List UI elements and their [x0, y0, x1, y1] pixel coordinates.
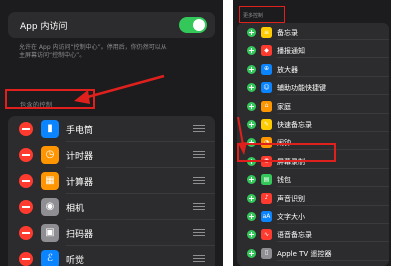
add-control-button[interactable]	[247, 28, 256, 37]
included-control-row: ▣ 扫码器	[8, 220, 215, 246]
row-separator	[277, 75, 389, 77]
included-control-row: ▮ 手电筒	[8, 116, 215, 142]
more-control-label: 快速备忘录	[277, 121, 312, 129]
reorder-handle-icon[interactable]	[193, 255, 205, 263]
remove-control-button[interactable]	[19, 122, 33, 136]
voice-memos-icon: ∿	[261, 229, 272, 241]
remove-control-button[interactable]	[19, 148, 33, 162]
wallet-icon: ▤	[261, 174, 272, 186]
reorder-handle-icon[interactable]	[193, 229, 205, 237]
calculator-icon: ▦	[41, 172, 59, 190]
text-size-icon: aA	[261, 211, 272, 222]
row-separator	[277, 167, 389, 169]
included-control-label: 相机	[66, 204, 85, 214]
row-separator	[277, 112, 389, 114]
timer-icon: ◷	[41, 146, 59, 164]
row-separator	[277, 39, 389, 40]
more-control-label: 播报通知	[277, 47, 305, 56]
more-control-row: ▯ Apple TV 遥控器	[237, 246, 389, 261]
add-control-button[interactable]	[247, 83, 256, 93]
add-control-button[interactable]	[247, 101, 256, 111]
home-icon: ⌂	[261, 100, 272, 112]
more-control-label: 声音识别	[277, 194, 305, 203]
more-control-label: 备忘录	[277, 29, 298, 37]
add-control-button[interactable]	[247, 193, 256, 203]
add-control-button[interactable]	[247, 46, 256, 56]
announce-notifications-icon: ◆	[261, 45, 272, 57]
add-control-button[interactable]	[247, 248, 256, 258]
add-control-button[interactable]	[247, 175, 256, 185]
magnifier-icon: ⊕	[261, 63, 272, 75]
more-controls-panel: 更多控制 ≡ 备忘录 ◆ 播报通知 ⊕ 放大器 ☺ 辅助功能快捷键 ⌂ 家庭 ✎ 快速备忘录 ◔ 闹钟 ◉ 屏…	[233, 0, 391, 266]
camera-icon: ◉	[41, 198, 59, 216]
annotation-box-more	[239, 6, 285, 23]
more-control-row: ▤ 钱包	[237, 172, 389, 188]
reorder-handle-icon[interactable]	[193, 125, 205, 133]
row-separator	[277, 131, 389, 132]
quick-note-icon: ✎	[261, 119, 272, 130]
row-separator	[277, 223, 389, 224]
accessibility-shortcut-icon: ☺	[261, 82, 272, 94]
row-separator	[277, 94, 389, 96]
included-controls-list: ▮ 手电筒 ◷ 计时器 ▦ 计算器 ◉ 相机 ▣ 扫码器 ℰ 听觉	[8, 116, 215, 266]
annotation-box-screen-recording	[237, 143, 336, 162]
app-access-description-line-1: 允许在 App 内访问“控制中心”。停用后，你仍然可以从	[19, 44, 167, 51]
row-separator	[277, 57, 389, 59]
reorder-handle-icon[interactable]	[193, 177, 205, 185]
toggle-knob	[193, 19, 205, 31]
more-control-label: Apple TV 遥控器	[277, 249, 332, 258]
row-separator	[277, 241, 389, 243]
included-control-label: 扫码器	[66, 230, 94, 240]
included-control-label: 听觉	[66, 256, 85, 266]
reorder-handle-icon[interactable]	[193, 203, 205, 211]
add-control-button[interactable]	[247, 64, 256, 74]
flashlight-icon: ▮	[41, 120, 59, 138]
more-control-label: 放大器	[277, 65, 298, 74]
remove-control-button[interactable]	[19, 226, 33, 240]
remove-control-button[interactable]	[19, 200, 33, 214]
more-control-label: 辅助功能快捷键	[277, 84, 326, 93]
more-control-label: 语音备忘录	[277, 231, 312, 240]
ear-icon: ℰ	[41, 250, 59, 266]
app-access-description-line-2: 主屏幕访问“控制中心”。	[19, 52, 86, 59]
included-control-label: 手电筒	[66, 126, 94, 136]
remove-control-button[interactable]	[19, 174, 33, 188]
included-control-label: 计算器	[66, 178, 94, 188]
more-control-row: ☺ 辅助功能快捷键	[237, 80, 389, 96]
apple-tv-remote-icon: ▯	[261, 247, 272, 259]
add-control-button[interactable]	[247, 230, 256, 240]
control-center-settings-panel: App 内访问 允许在 App 内访问“控制中心”。停用后，你仍然可以从 主屏幕…	[0, 0, 223, 266]
app-access-row[interactable]: App 内访问	[8, 12, 215, 38]
sound-recognition-icon: ♪	[261, 192, 272, 204]
add-control-button[interactable]	[247, 212, 256, 221]
more-control-row: ✎ 快速备忘录	[237, 117, 389, 132]
included-control-row: ◷ 计时器	[8, 142, 215, 168]
more-control-row: ⊕ 放大器	[237, 62, 389, 77]
included-control-row: ◉ 相机	[8, 194, 215, 220]
reorder-handle-icon[interactable]	[193, 151, 205, 159]
included-control-row: ▦ 计算器	[8, 168, 215, 194]
more-control-row: aA 文字大小	[237, 209, 389, 224]
row-separator	[277, 204, 389, 206]
app-access-label: App 内访问	[20, 22, 68, 32]
more-control-row: ∿ 语音备忘录	[237, 227, 389, 243]
row-separator	[277, 186, 389, 188]
more-control-row: ◆ 播报通知	[237, 43, 389, 59]
annotation-box-included	[5, 89, 95, 109]
row-separator	[277, 259, 389, 261]
more-control-row: ⌂ 家庭	[237, 99, 389, 114]
more-control-row: ≡ 备忘录	[237, 25, 389, 40]
more-control-label: 钱包	[277, 176, 291, 185]
qr-scanner-icon: ▣	[41, 224, 59, 242]
app-access-toggle[interactable]	[179, 17, 207, 33]
more-control-label: 家庭	[277, 102, 291, 111]
more-control-row: ♪ 声音识别	[237, 191, 389, 206]
notes-icon: ≡	[261, 27, 272, 38]
remove-control-button[interactable]	[19, 252, 33, 266]
included-control-row: ℰ 听觉	[8, 246, 215, 266]
more-control-label: 文字大小	[277, 213, 305, 221]
add-control-button[interactable]	[247, 120, 256, 129]
included-control-label: 计时器	[66, 152, 94, 162]
